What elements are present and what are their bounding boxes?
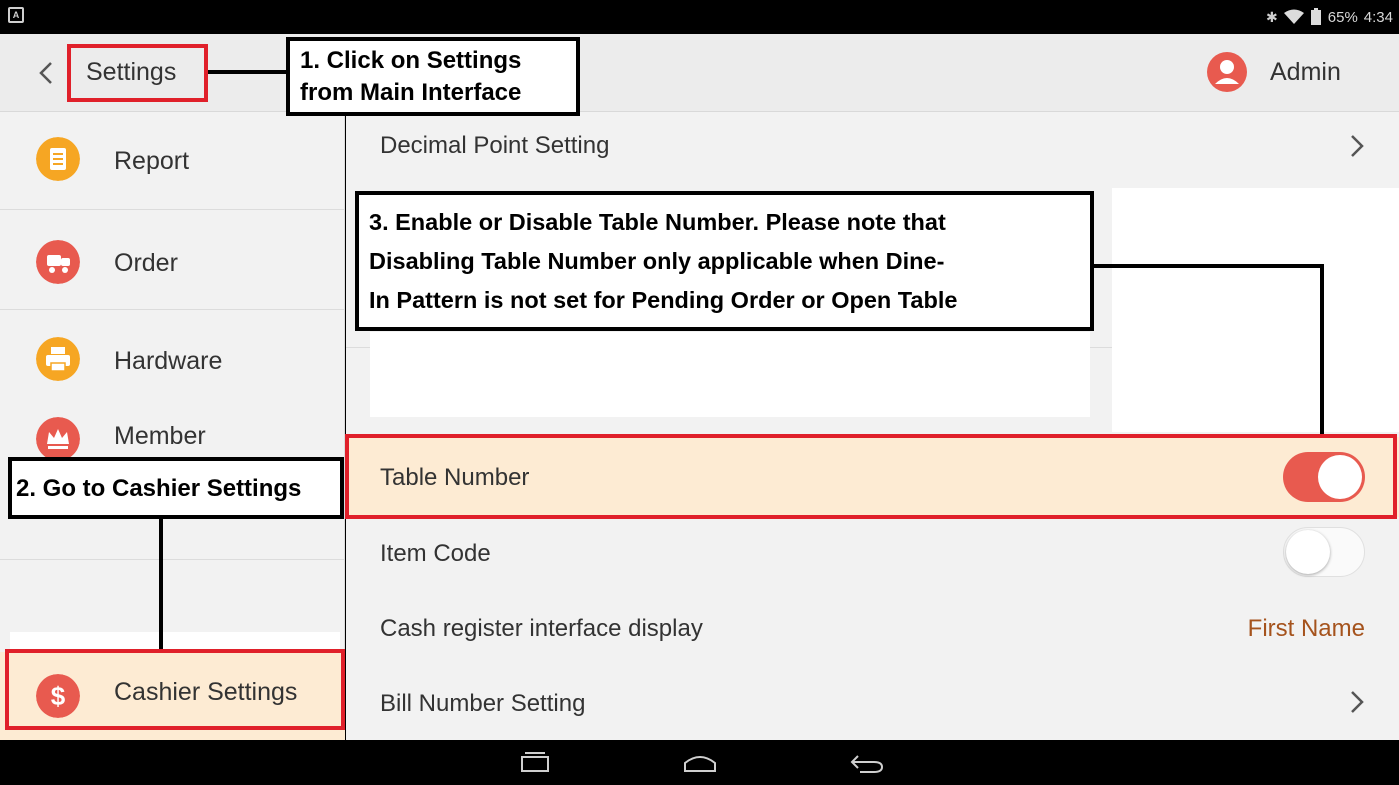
report-icon xyxy=(36,137,80,181)
navigation-bar xyxy=(0,740,1399,785)
callout-connector xyxy=(208,70,288,74)
bill-number-setting-row[interactable]: Bill Number Setting xyxy=(346,667,1399,743)
battery-icon xyxy=(1310,8,1321,25)
row-value: First Name xyxy=(1247,615,1365,642)
bluetooth-icon: ✱ xyxy=(1266,8,1278,25)
sidebar-item-label: Report xyxy=(114,147,190,175)
callout-text: 2. Go to Cashier Settings xyxy=(16,475,302,502)
table-number-highlight-box xyxy=(345,434,1397,519)
sidebar-item-label: Member xyxy=(114,422,206,450)
callout-text: 3. Enable or Disable Table Number. Pleas… xyxy=(369,209,946,235)
sidebar-item-order[interactable]: Order xyxy=(0,212,345,310)
wifi-icon xyxy=(1283,9,1304,24)
printer-icon xyxy=(36,337,80,381)
home-icon[interactable] xyxy=(683,751,717,775)
callout-text: In Pattern is not set for Pending Order … xyxy=(369,287,958,313)
row-label: Bill Number Setting xyxy=(380,690,586,717)
step1-callout: 1. Click on Settings from Main Interface xyxy=(286,37,580,116)
divider xyxy=(0,209,345,210)
member-crown-icon xyxy=(36,417,80,461)
recent-apps-icon[interactable] xyxy=(520,751,550,775)
step2-callout: 2. Go to Cashier Settings xyxy=(8,457,344,519)
settings-highlight-box xyxy=(67,44,208,102)
clock: 4:34 xyxy=(1363,8,1393,26)
sidebar-item-label: Hardware xyxy=(114,347,223,375)
battery-level: 65% xyxy=(1327,8,1358,26)
order-icon xyxy=(36,240,80,284)
callout-connector xyxy=(159,519,163,652)
user-name[interactable]: Admin xyxy=(1270,58,1341,87)
toggle-knob xyxy=(1286,530,1330,574)
cash-register-display-row[interactable]: Cash register interface display First Na… xyxy=(346,592,1399,668)
callout-text: from Main Interface xyxy=(300,79,522,106)
sidebar-item-report[interactable]: Report xyxy=(0,112,345,210)
row-label: Decimal Point Setting xyxy=(380,132,610,159)
decimal-point-setting-row[interactable]: Decimal Point Setting xyxy=(346,112,1399,188)
divider xyxy=(0,559,345,560)
chevron-right-icon xyxy=(1351,135,1364,157)
sidebar-item-label: Order xyxy=(114,249,178,277)
back-icon[interactable] xyxy=(850,751,884,775)
chevron-right-icon xyxy=(1351,691,1364,713)
step3-callout: 3. Enable or Disable Table Number. Pleas… xyxy=(355,191,1094,331)
sidebar-item-hardware[interactable]: Hardware xyxy=(0,312,345,410)
status-indicators: ✱ 65% 4:34 xyxy=(1266,8,1393,26)
callout-text: Disabling Table Number only applicable w… xyxy=(369,248,945,274)
notification-icon: A xyxy=(8,7,24,23)
blank-area xyxy=(1112,188,1399,432)
row-label: Cash register interface display xyxy=(380,615,703,642)
callout-connector xyxy=(1320,264,1324,436)
item-code-toggle[interactable] xyxy=(1283,527,1365,577)
row-label: Item Code xyxy=(380,540,491,567)
callout-connector xyxy=(1094,264,1324,268)
divider xyxy=(0,309,345,310)
chevron-left-icon[interactable] xyxy=(34,58,58,88)
item-code-row: Item Code xyxy=(346,517,1399,593)
blank-area xyxy=(370,332,1090,417)
cashier-settings-highlight-box xyxy=(5,649,345,730)
status-bar: A ✱ 65% 4:34 xyxy=(0,0,1399,34)
callout-text: 1. Click on Settings xyxy=(300,47,522,74)
settings-sidebar: Report Order Hardware Member $ Cashier S… xyxy=(0,112,345,747)
user-avatar-icon[interactable] xyxy=(1207,52,1247,92)
